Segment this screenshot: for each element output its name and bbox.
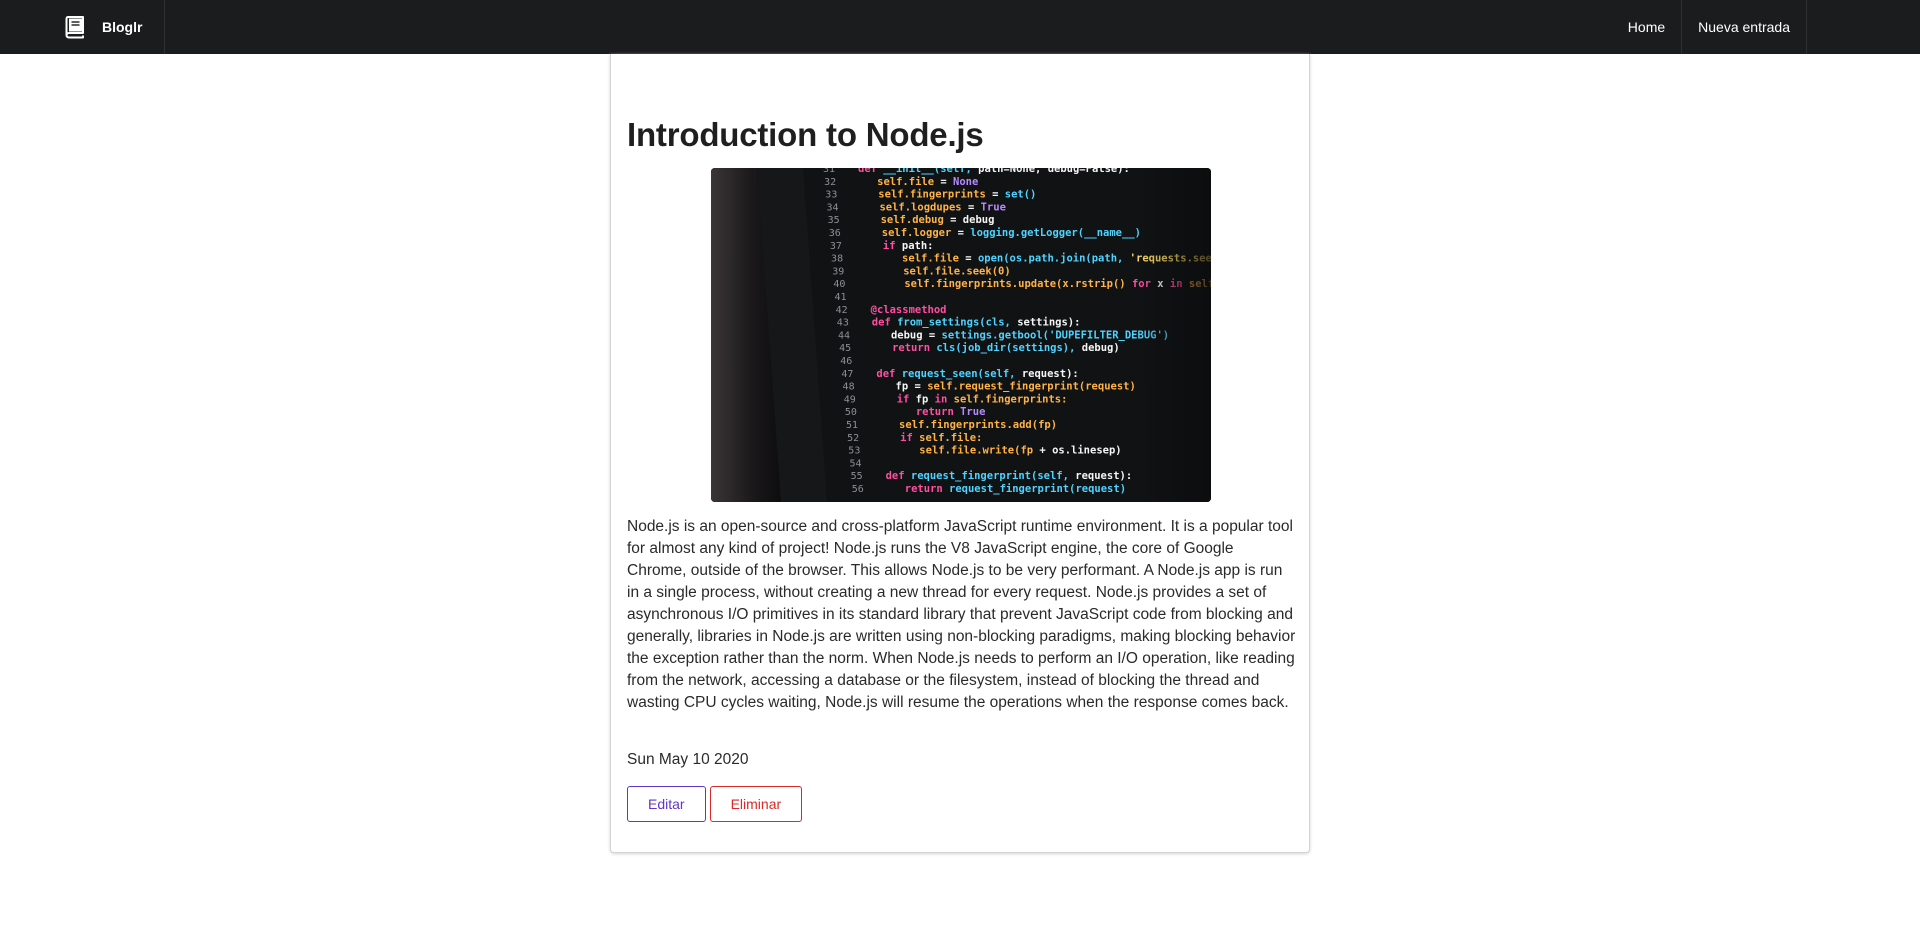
post-body: Node.js is an open-source and cross-plat… — [627, 518, 1296, 711]
post-date: Sun May 10 2020 — [627, 751, 749, 768]
post-image: 31def __init__(self, path=None, debug=Fa… — [711, 168, 1211, 502]
brand-link[interactable]: Bloglr — [46, 0, 166, 54]
post-title: Introduction to Node.js — [627, 116, 984, 153]
post-card: Introduction to Node.js 31def __init__(s… — [610, 54, 1310, 853]
top-navbar: Bloglr Home Nueva entrada — [0, 0, 1920, 54]
brand-name: Bloglr — [102, 19, 143, 35]
nav-item-home[interactable]: Home — [1612, 0, 1681, 54]
delete-button[interactable]: Eliminar — [709, 786, 803, 822]
nav-menu: Home Nueva entrada — [1612, 0, 1807, 54]
edit-button[interactable]: Editar — [627, 786, 706, 822]
nav-item-new-entry[interactable]: Nueva entrada — [1681, 0, 1807, 54]
post-actions: Editar Eliminar — [627, 786, 803, 822]
code-screen-photo: 31def __init__(self, path=None, debug=Fa… — [711, 168, 1211, 502]
book-icon — [60, 13, 88, 41]
